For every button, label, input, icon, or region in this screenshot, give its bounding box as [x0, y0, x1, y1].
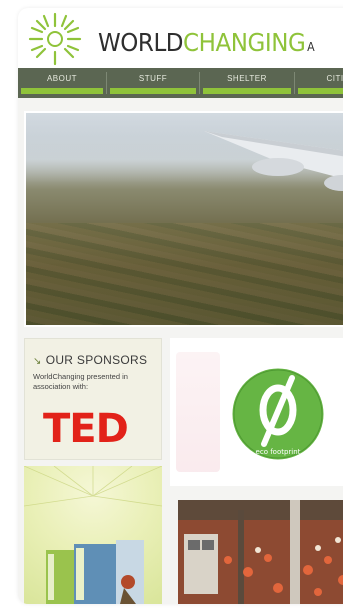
airplane-wing-icon — [204, 131, 343, 191]
logo-word-truncated: A — [307, 40, 315, 54]
street-crowd-photo[interactable] — [178, 500, 343, 604]
faded-image — [176, 352, 220, 472]
sponsors-heading: ↘ OUR SPONSORS — [33, 353, 147, 367]
hero-aerial-photo[interactable] — [24, 111, 343, 327]
book-illustration-icon — [24, 466, 162, 604]
sponsors-title: OUR SPONSORS — [45, 353, 148, 367]
page-frame: WORLDCHANGINGA ABOUT STUFF SHELTER CITI — [18, 8, 343, 604]
nav-accent-bar — [203, 88, 291, 94]
ted-logo[interactable]: TED — [43, 406, 129, 452]
nav-item-label: ABOUT — [46, 74, 78, 83]
footprint-promo: eco footprint — [170, 338, 343, 486]
nav-accent-bar — [110, 88, 196, 94]
logo-word-world: WORLD — [98, 28, 184, 57]
nav-item-label: CITI — [326, 74, 343, 83]
sponsors-box: ↘ OUR SPONSORS WorldChanging presented in… — [24, 338, 162, 460]
crowd-photo-icon — [178, 500, 343, 604]
nav-item-cities[interactable]: CITI — [295, 68, 343, 98]
logo-word-changing: CHANGING — [183, 28, 306, 57]
book-promo-image[interactable] — [24, 466, 162, 604]
site-header: WORLDCHANGING A — [18, 8, 343, 68]
nav-accent-bar — [298, 88, 343, 94]
site-logo-wordmark[interactable]: WORLDCHANGING A — [98, 28, 315, 57]
nav-item-stuff[interactable]: STUFF — [107, 68, 199, 98]
ecological-footprint-badge-icon[interactable]: eco footprint — [228, 364, 328, 464]
nav-item-label: STUFF — [138, 74, 168, 83]
sponsors-description: WorldChanging presented in association w… — [33, 372, 128, 391]
badge-text: eco footprint — [256, 448, 301, 456]
nav-item-label: SHELTER — [227, 74, 267, 83]
nav-item-shelter[interactable]: SHELTER — [200, 68, 294, 98]
main-nav: ABOUT STUFF SHELTER CITI — [18, 68, 343, 98]
sun-burst-logo-icon — [28, 12, 82, 66]
arrow-down-right-icon: ↘ — [33, 356, 42, 367]
nav-item-about[interactable]: ABOUT — [18, 68, 106, 98]
nav-accent-bar — [21, 88, 103, 94]
